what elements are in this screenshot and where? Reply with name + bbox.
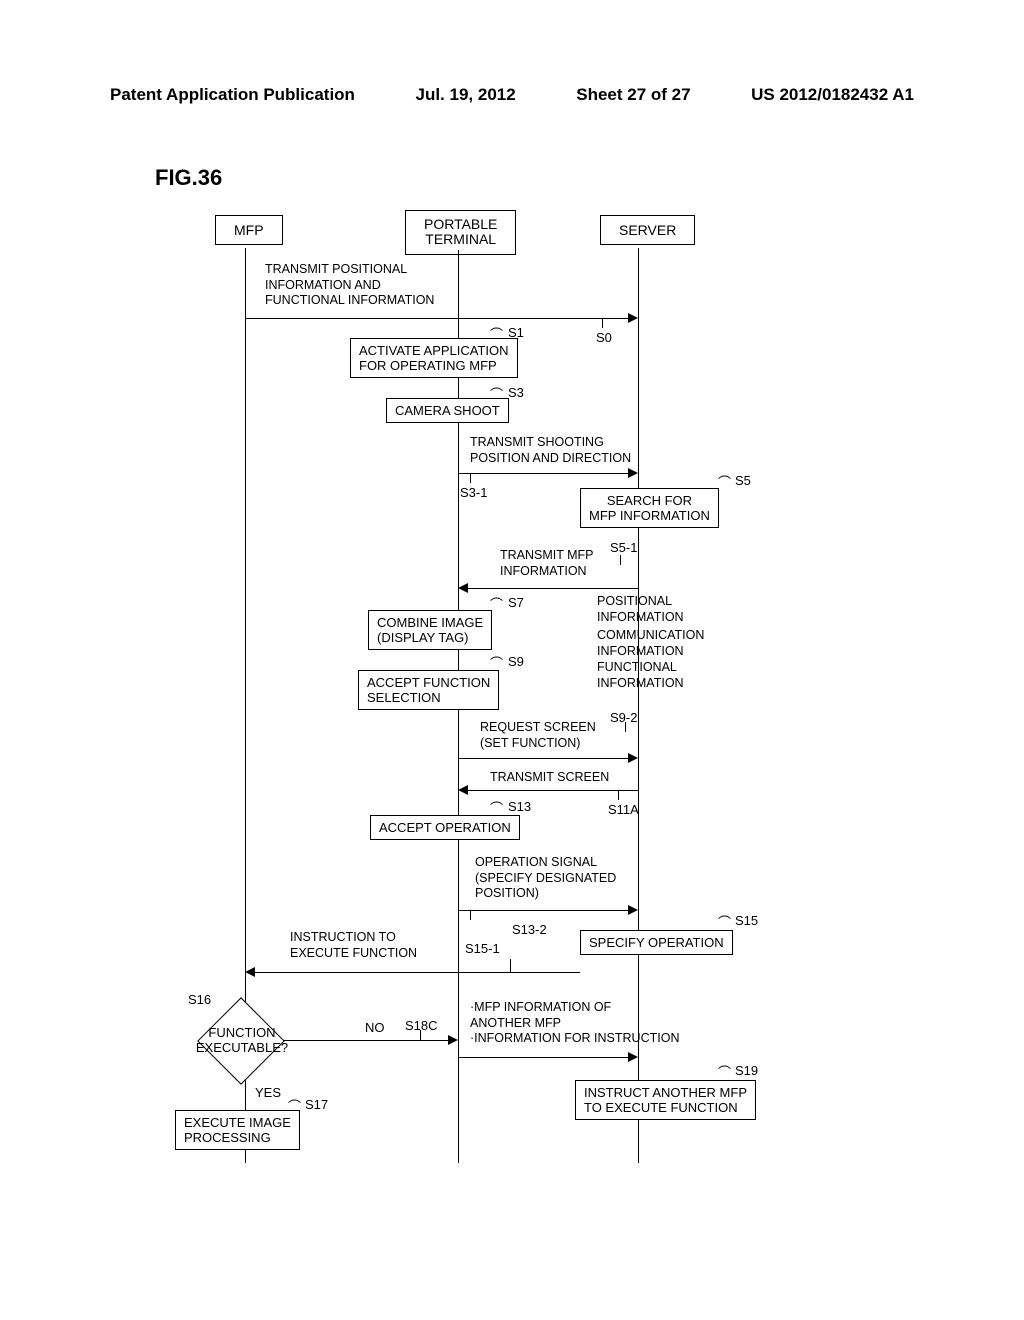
step-s9-2: S9-2 [610, 710, 637, 725]
page: Patent Application Publication Jul. 19, … [0, 0, 1024, 1320]
box-specify-op: SPECIFY OPERATION [580, 930, 733, 955]
tick-s13-2 [470, 910, 471, 920]
header-portable: PORTABLE TERMINAL [405, 210, 516, 255]
header-sheet: Sheet 27 of 27 [576, 85, 690, 105]
label-positional-info: POSITIONAL INFORMATION [597, 594, 684, 625]
arrow-instruction-exec [255, 972, 580, 973]
step-s19: S19 [735, 1063, 758, 1078]
step-s5: S5 [735, 473, 751, 488]
tick-s11a [618, 790, 619, 800]
header-pubno: US 2012/0182432 A1 [751, 85, 914, 105]
decision-text-s16: FUNCTION EXECUTABLE? [192, 1025, 292, 1055]
arrowhead-transmit-shoot [628, 468, 638, 478]
header-left: Patent Application Publication [110, 85, 355, 105]
arrowhead-transmit-screen [458, 785, 468, 795]
arrowhead-request-screen [628, 753, 638, 763]
arrow-transmit-screen [468, 790, 638, 791]
step-s7: S7 [508, 595, 524, 610]
step-s17: S17 [305, 1097, 328, 1112]
step-s16: S16 [188, 992, 211, 1007]
label-request-screen: REQUEST SCREEN (SET FUNCTION) [480, 720, 596, 751]
arrow-transmit-mfp [468, 588, 638, 589]
step-s15-1: S15-1 [465, 941, 500, 956]
label-instruction-exec: INSTRUCTION TO EXECUTE FUNCTION [290, 930, 417, 961]
box-instruct-another: INSTRUCT ANOTHER MFP TO EXECUTE FUNCTION [575, 1080, 756, 1120]
arrowhead-op-signal [628, 905, 638, 915]
box-accept-op: ACCEPT OPERATION [370, 815, 520, 840]
arrow-op-signal [458, 910, 628, 911]
arrow-no-branch [283, 1040, 453, 1041]
header-server: SERVER [600, 215, 695, 245]
curve-s19: ⌒ [718, 1062, 731, 1081]
sequence-diagram: MFP PORTABLE TERMINAL SERVER TRANSMIT PO… [170, 210, 850, 1170]
curve-s5: ⌒ [718, 472, 731, 491]
tick-s9-2 [625, 722, 626, 732]
yes-line [245, 1083, 246, 1108]
label-transmit-pos: TRANSMIT POSITIONAL INFORMATION AND FUNC… [265, 262, 434, 309]
box-camera-shoot: CAMERA SHOOT [386, 398, 509, 423]
label-transmit-mfp: TRANSMIT MFP INFORMATION [500, 548, 594, 579]
tick-s3-1 [470, 473, 471, 483]
step-yes: YES [255, 1085, 281, 1100]
step-s18c: S18C [405, 1018, 438, 1033]
step-s3-1: S3-1 [460, 485, 487, 500]
tick-s15-1 [510, 959, 511, 972]
header-mfp: MFP [215, 215, 283, 245]
step-s9: S9 [508, 654, 524, 669]
label-op-signal: OPERATION SIGNAL (SPECIFY DESIGNATED POS… [475, 855, 616, 902]
label-transmit-shoot: TRANSMIT SHOOTING POSITION AND DIRECTION [470, 435, 631, 466]
step-s0: S0 [596, 330, 612, 345]
label-transmit-screen: TRANSMIT SCREEN [490, 770, 609, 786]
arrowhead-no-branch [448, 1035, 458, 1045]
box-combine: COMBINE IMAGE (DISPLAY TAG) [368, 610, 492, 650]
box-search-mfp: SEARCH FOR MFP INFORMATION [580, 488, 719, 528]
step-s13: S13 [508, 799, 531, 814]
box-execute-image: EXECUTE IMAGE PROCESSING [175, 1110, 300, 1150]
tick-s18c [420, 1030, 421, 1040]
arrowhead-mfp-info-another [628, 1052, 638, 1062]
step-s13-2: S13-2 [512, 922, 547, 937]
step-s3: S3 [508, 385, 524, 400]
arrow-mfp-info-another [458, 1057, 628, 1058]
arrow-transmit-shoot [458, 473, 628, 474]
arrowhead-instruction-exec [245, 967, 255, 977]
arrow-transmit-pos [245, 318, 628, 319]
curve-s15: ⌒ [718, 912, 731, 931]
arrowhead-transmit-pos [628, 313, 638, 323]
page-header: Patent Application Publication Jul. 19, … [0, 85, 1024, 105]
header-date: Jul. 19, 2012 [416, 85, 516, 105]
step-s11a: S11A [608, 802, 639, 817]
label-func-info: FUNCTIONAL INFORMATION [597, 660, 684, 691]
step-s15: S15 [735, 913, 758, 928]
label-comm-info: COMMUNICATION INFORMATION [597, 628, 704, 659]
step-no: NO [365, 1020, 385, 1035]
box-activate-app: ACTIVATE APPLICATION FOR OPERATING MFP [350, 338, 518, 378]
step-s5-1: S5-1 [610, 540, 637, 555]
box-accept-func: ACCEPT FUNCTION SELECTION [358, 670, 499, 710]
label-mfp-info-another: ·MFP INFORMATION OF ANOTHER MFP ·INFORMA… [470, 1000, 679, 1047]
arrow-request-screen [458, 758, 628, 759]
figure-label: FIG.36 [155, 165, 222, 191]
arrowhead-transmit-mfp [458, 583, 468, 593]
tick-s5-1 [620, 555, 621, 565]
tick-s0 [602, 318, 603, 328]
